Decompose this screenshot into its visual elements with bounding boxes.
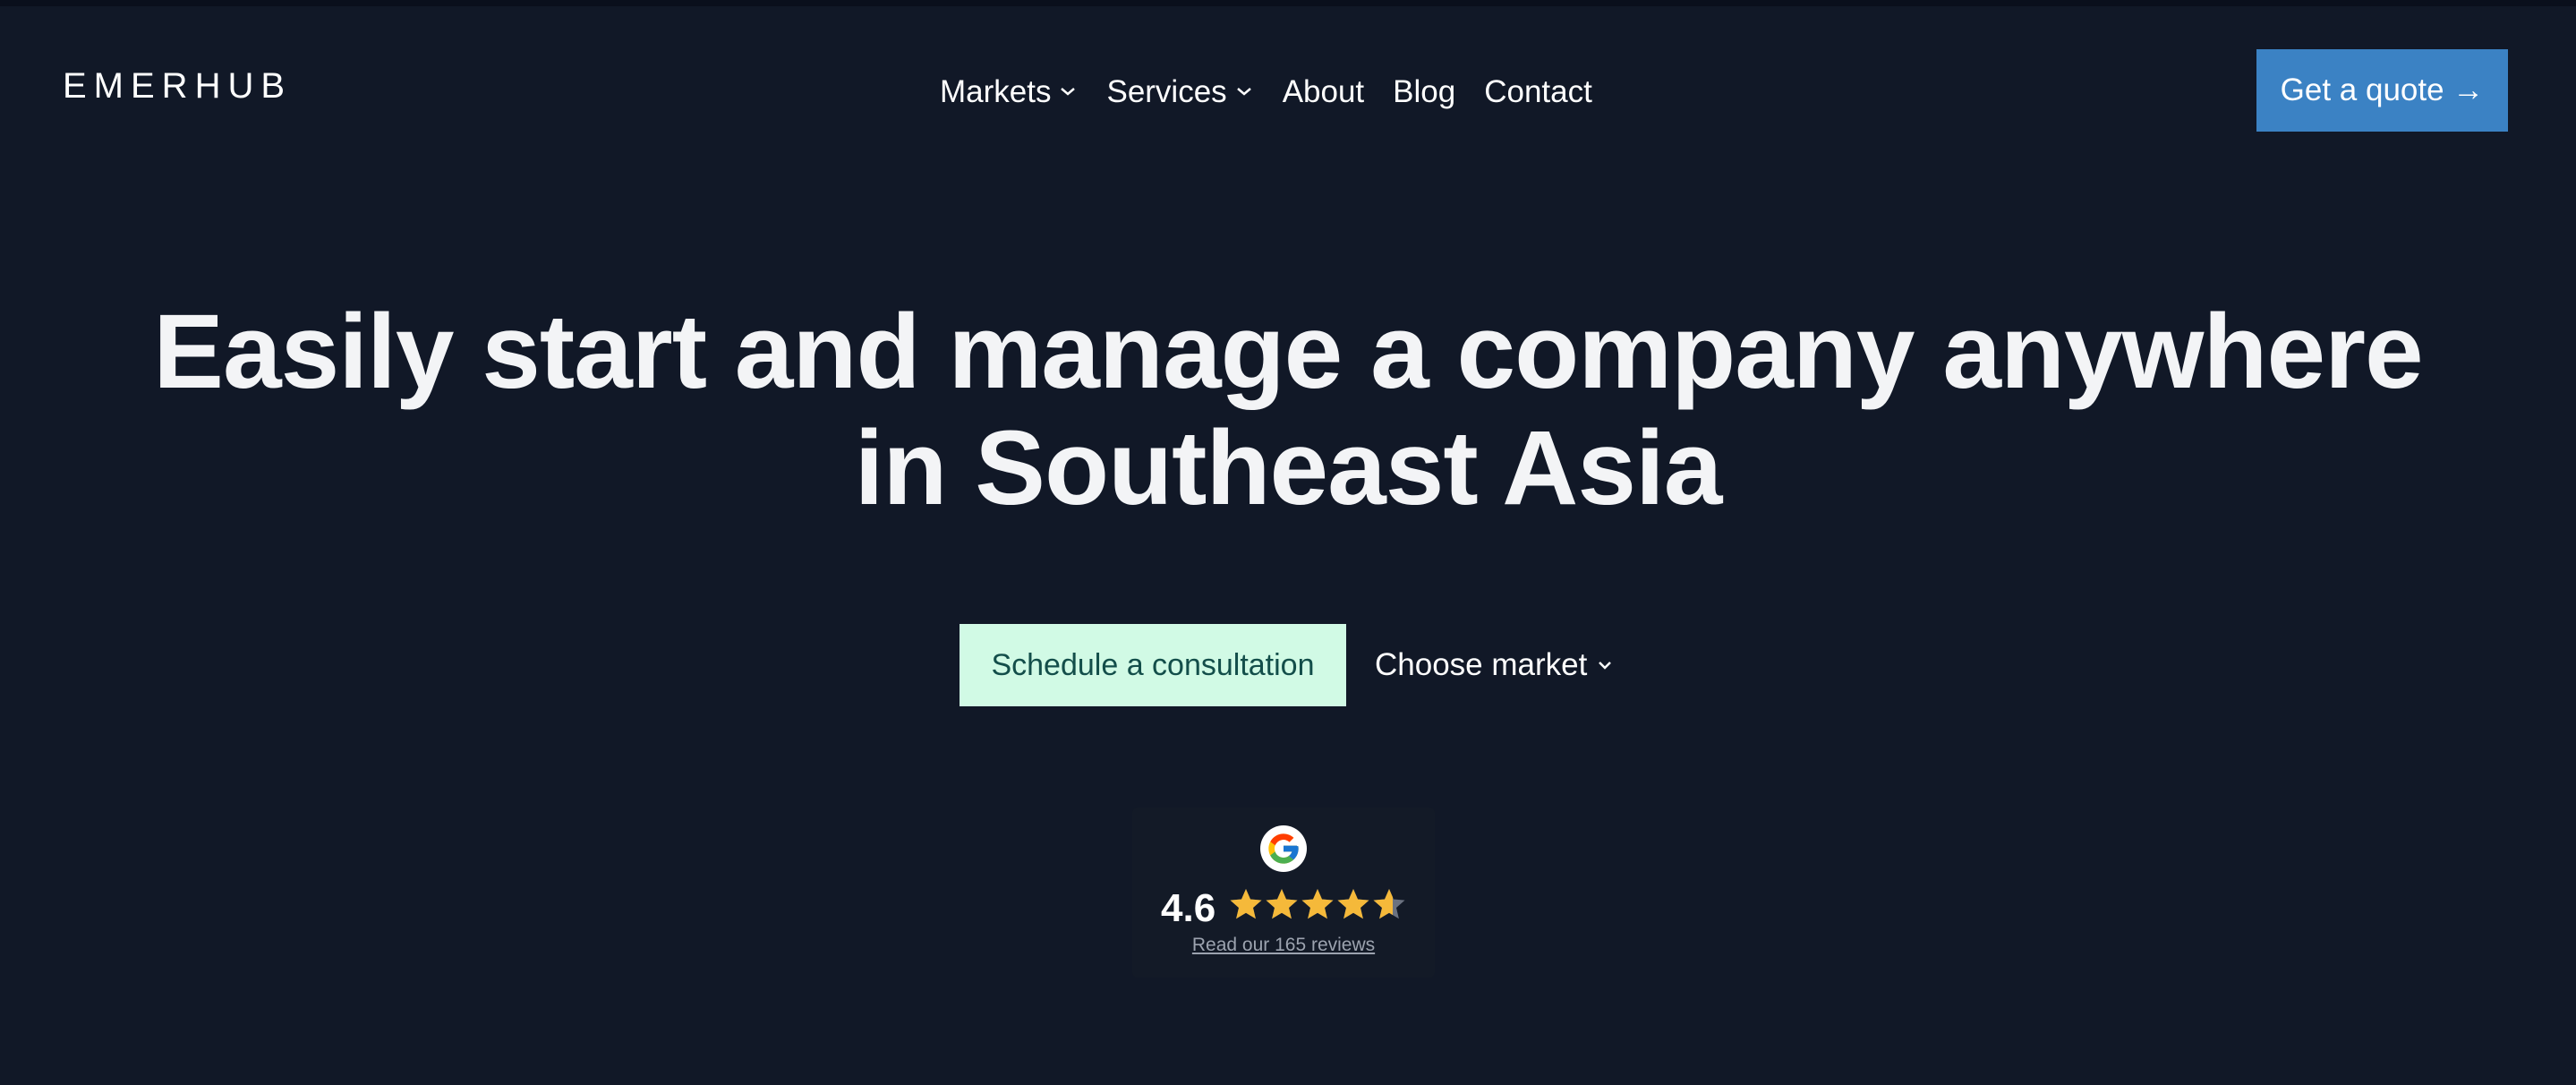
schedule-consultation-button[interactable]: Schedule a consultation xyxy=(960,624,1346,706)
hero-title-line-2: in Southeast Asia xyxy=(854,409,1723,527)
nav-item-services[interactable]: Services xyxy=(1106,76,1253,107)
nav-item-label: Services xyxy=(1106,73,1227,109)
nav-item-about[interactable]: About xyxy=(1283,76,1364,107)
hero-cta-row: Schedule a consultation Choose market xyxy=(960,624,1614,706)
choose-market-label: Choose market xyxy=(1375,647,1588,682)
main-nav: Markets Services About Blog Contact xyxy=(940,72,1621,111)
emerhub-logo[interactable]: EMERHUB xyxy=(63,68,292,104)
hero-title-line-1: Easily start and manage a company anywhe… xyxy=(153,293,2423,411)
star-icon xyxy=(1373,889,1405,919)
nav-item-label: About xyxy=(1282,73,1365,109)
nav-item-contact[interactable]: Contact xyxy=(1484,76,1592,107)
star-icon xyxy=(1266,889,1298,919)
get-quote-button[interactable]: Get a quote → xyxy=(2256,49,2508,132)
nav-item-label: Markets xyxy=(940,73,1052,109)
chevron-down-icon xyxy=(1061,88,1076,96)
nav-item-markets[interactable]: Markets xyxy=(940,76,1078,107)
google-reviews-badge[interactable]: 4.6 Read our 165 reviews xyxy=(1132,807,1435,978)
star-icon xyxy=(1301,889,1334,919)
chevron-down-icon xyxy=(1599,662,1612,670)
nav-item-label: Blog xyxy=(1393,73,1456,109)
choose-market-dropdown[interactable]: Choose market xyxy=(1375,647,1614,683)
google-g-icon xyxy=(1260,825,1307,872)
hero-title: Easily start and manage a company anywhe… xyxy=(0,294,2576,526)
read-reviews-link[interactable]: Read our 165 reviews xyxy=(1132,935,1435,956)
star-rating xyxy=(1228,886,1407,929)
rating-value: 4.6 xyxy=(1161,886,1216,930)
nav-item-blog[interactable]: Blog xyxy=(1393,76,1455,107)
star-icon xyxy=(1230,889,1262,919)
chevron-down-icon xyxy=(1236,88,1251,96)
star-icon xyxy=(1337,889,1369,919)
nav-item-label: Contact xyxy=(1484,73,1592,109)
top-strip xyxy=(0,0,2576,6)
